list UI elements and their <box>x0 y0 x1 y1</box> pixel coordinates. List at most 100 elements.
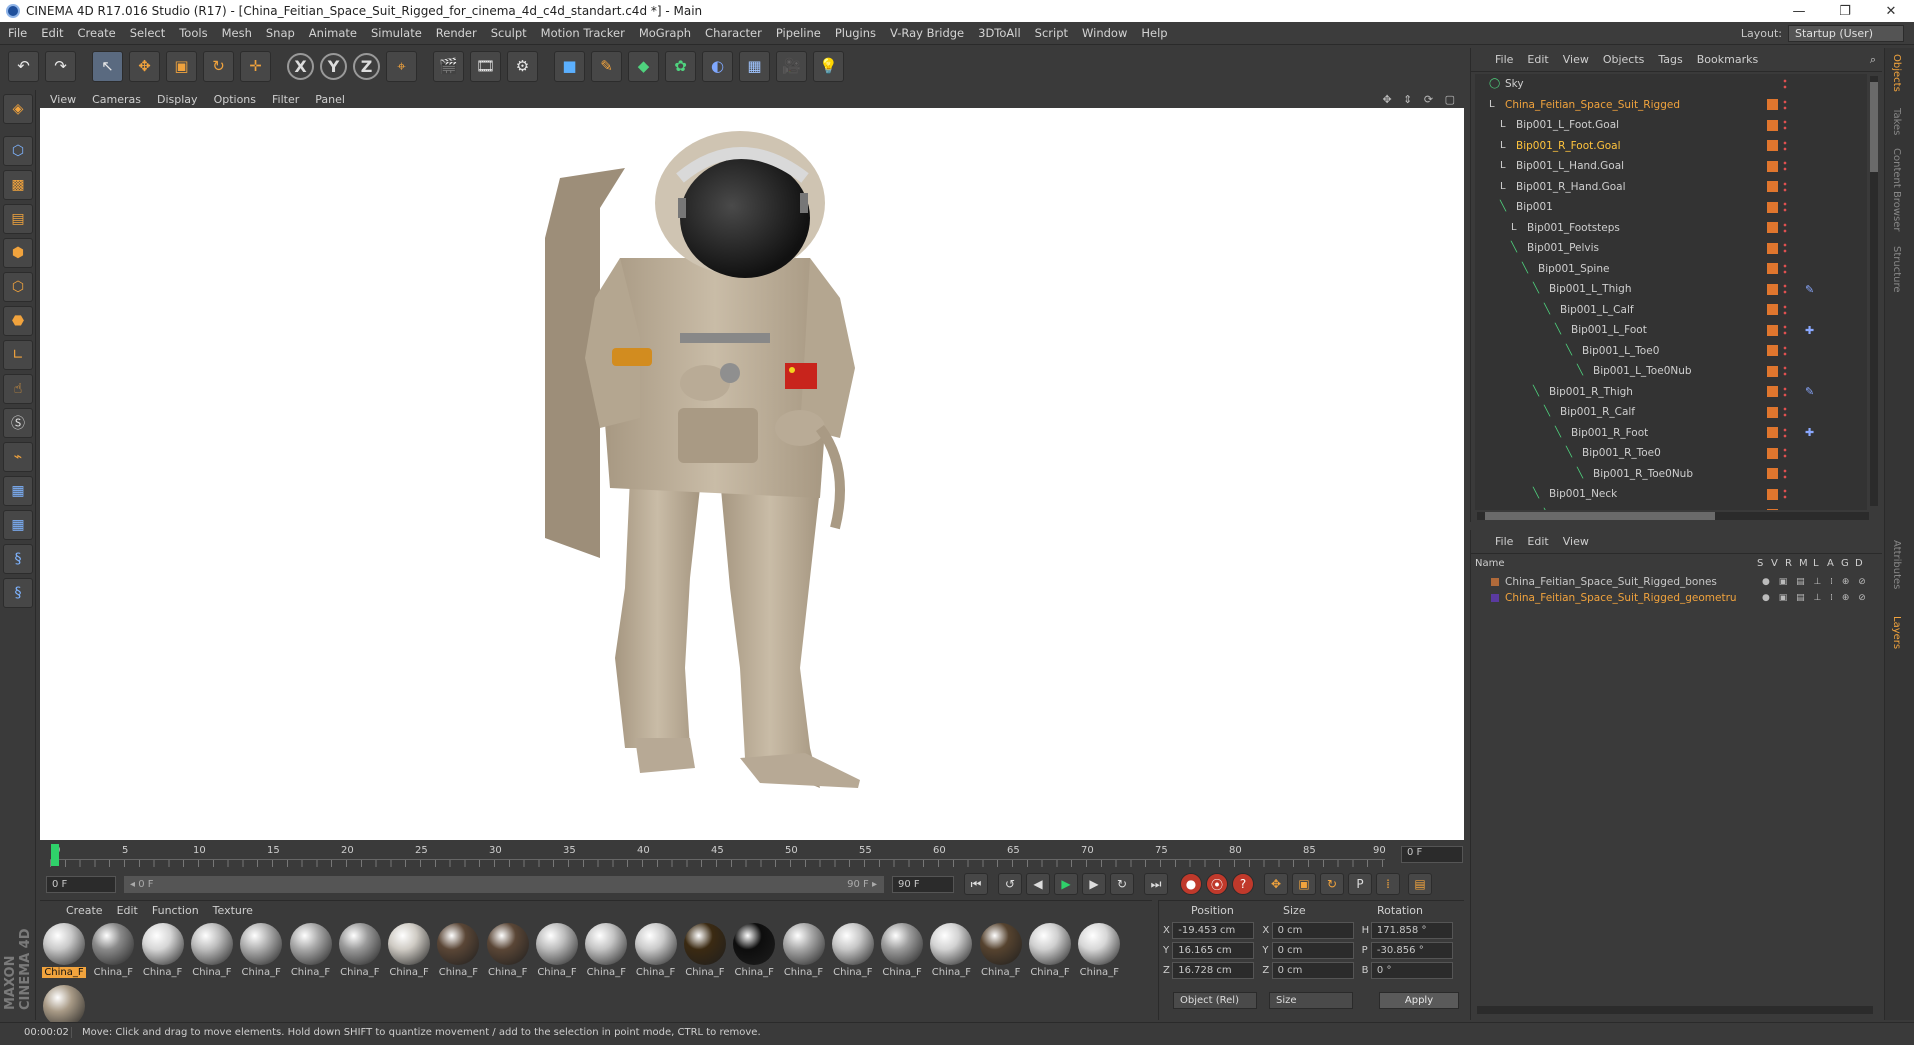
menu-vray-bridge[interactable]: V-Ray Bridge <box>890 26 964 40</box>
display-tag-icon[interactable] <box>1767 283 1778 295</box>
python-script-icon[interactable]: § <box>3 544 33 574</box>
object-row[interactable]: L Bip001_R_Foot.Goal <box>1475 136 1867 156</box>
object-row[interactable]: ╲ Bip001 <box>1475 197 1867 217</box>
visibility-dots-icon[interactable] <box>1783 98 1787 111</box>
record-rotation-button[interactable]: ↻ <box>1320 873 1344 895</box>
viewport-menu-options[interactable]: Options <box>214 93 256 106</box>
axis-mode-icon[interactable]: ∟ <box>3 340 33 370</box>
pen-spline-button[interactable]: ✎ <box>591 50 622 82</box>
rotation-h-field[interactable]: 171.858 ° <box>1370 921 1453 939</box>
display-tag-icon[interactable] <box>1767 263 1778 274</box>
material-swatch[interactable]: China_F <box>880 923 924 983</box>
object-row[interactable]: L Bip001_L_Foot.Goal <box>1475 115 1867 135</box>
material-swatch[interactable]: China_F <box>387 923 431 983</box>
object-row[interactable]: ╲ Bip001_R_Thigh ✎ <box>1475 382 1867 402</box>
object-row[interactable]: ◯ Sky <box>1475 74 1867 94</box>
size-z-field[interactable]: 0 cm <box>1271 961 1354 979</box>
coordinate-system-button[interactable]: ⌖ <box>386 50 417 82</box>
menu-motion-tracker[interactable]: Motion Tracker <box>541 26 625 40</box>
polygons-mode-icon[interactable]: ⬣ <box>3 306 33 336</box>
display-tag-icon[interactable] <box>1767 222 1778 233</box>
rotate-tool-button[interactable]: ↻ <box>203 50 234 82</box>
display-tag-icon[interactable] <box>1767 509 1778 510</box>
layer-color-swatch[interactable] <box>1491 593 1499 602</box>
menu-script[interactable]: Script <box>1035 26 1068 40</box>
make-editable-icon[interactable]: ◈ <box>3 94 33 124</box>
material-swatch[interactable]: China_F <box>436 923 480 983</box>
visibility-dots-icon[interactable] <box>1783 242 1787 254</box>
visibility-dots-icon[interactable] <box>1783 406 1787 418</box>
object-row[interactable]: ╲ Bip001_L_Foot ✚ <box>1475 320 1867 340</box>
layer-row-bones[interactable]: China_Feitian_Space_Suit_Rigged_bones ● … <box>1475 574 1875 589</box>
go-to-previous-key-button[interactable]: ↺ <box>998 873 1022 895</box>
display-tag-icon[interactable] <box>1767 365 1778 377</box>
layer-row-geometry[interactable]: China_Feitian_Space_Suit_Rigged_geometru… <box>1475 590 1875 605</box>
visibility-dots-icon[interactable] <box>1783 426 1787 439</box>
maximize-button[interactable]: ❐ <box>1822 4 1868 19</box>
object-row[interactable]: ╲ Bip001_R_Foot ✚ <box>1475 423 1867 443</box>
position-y-field[interactable]: 16.165 cm <box>1172 941 1255 959</box>
material-swatch[interactable]: China_F <box>683 923 727 983</box>
object-row[interactable]: ╲ Bip001_L_Calf <box>1475 300 1867 320</box>
material-menu-texture[interactable]: Texture <box>213 904 253 917</box>
subdivision-button[interactable]: ◆ <box>628 50 659 82</box>
objects-menu-view[interactable]: View <box>1563 53 1589 66</box>
display-tag-icon[interactable] <box>1767 406 1778 418</box>
material-menu-edit[interactable]: Edit <box>117 904 138 917</box>
rotation-p-field[interactable]: -30.856 ° <box>1370 941 1453 959</box>
layout-dropdown[interactable]: Startup (User) <box>1788 24 1904 42</box>
tab-content-browser[interactable]: Content Browser <box>1891 148 1902 231</box>
visibility-dots-icon[interactable] <box>1783 324 1787 336</box>
object-row[interactable]: ╲ Bip001_R_Calf <box>1475 402 1867 422</box>
material-swatch[interactable]: China_F <box>732 923 776 983</box>
start-frame-field[interactable]: 0 F <box>46 875 116 893</box>
objects-menu-objects[interactable]: Objects <box>1603 53 1645 66</box>
solo-mode-icon[interactable]: Ⓢ <box>3 408 33 438</box>
menu-help[interactable]: Help <box>1141 26 1167 40</box>
display-tag-icon[interactable] <box>1767 304 1778 315</box>
visibility-dots-icon[interactable] <box>1783 262 1787 275</box>
record-scale-button[interactable]: ▣ <box>1292 873 1316 895</box>
tab-objects[interactable]: Objects <box>1891 54 1902 92</box>
python-script-2-icon[interactable]: § <box>3 578 33 608</box>
object-row[interactable]: L Bip001_R_Hand.Goal <box>1475 177 1867 197</box>
autokeying-button[interactable]: ⦿ <box>1206 873 1228 895</box>
timeline-playhead[interactable] <box>51 844 59 866</box>
place-tool-button[interactable]: ✛ <box>240 50 271 82</box>
x-axis-lock-button[interactable]: X <box>287 52 314 80</box>
menu-simulate[interactable]: Simulate <box>371 26 422 40</box>
edges-mode-icon[interactable]: ⬡ <box>3 272 33 302</box>
material-swatch[interactable]: China_F <box>979 923 1023 983</box>
material-menu-function[interactable]: Function <box>152 904 199 917</box>
objects-menu-edit[interactable]: Edit <box>1527 53 1548 66</box>
ik-tag-icon[interactable]: ✚ <box>1805 426 1814 439</box>
visibility-dots-icon[interactable] <box>1783 344 1787 357</box>
display-tag-icon[interactable] <box>1767 447 1778 459</box>
render-picture-viewer-button[interactable]: 🎞 <box>470 50 501 82</box>
select-tool-button[interactable]: ↖ <box>92 50 123 82</box>
size-mode-dropdown[interactable]: Size <box>1269 992 1353 1009</box>
3d-viewport[interactable] <box>40 108 1464 840</box>
material-swatch[interactable]: China_F <box>190 923 234 983</box>
object-row[interactable]: ╲ Bip001_Spine <box>1475 259 1867 279</box>
layer-toggle-icons[interactable]: ● ▣ ▤ ⊥ ⁞ ⊕ ⊘ <box>1762 593 1869 603</box>
tab-structure[interactable]: Structure <box>1891 246 1902 293</box>
visibility-dots-icon[interactable] <box>1783 160 1787 172</box>
apply-button[interactable]: Apply <box>1379 992 1459 1009</box>
scale-tool-button[interactable]: ▣ <box>166 50 197 82</box>
undo-button[interactable]: ↶ <box>8 50 39 82</box>
locked-workplane-icon[interactable]: ▦ <box>3 476 33 506</box>
object-row[interactable]: ╲ Bip001_L_Toe0 <box>1475 341 1867 361</box>
material-menu-create[interactable]: Create <box>66 904 103 917</box>
preview-range-slider[interactable]: ◂ 0 F 90 F ▸ <box>124 875 884 893</box>
material-swatch[interactable]: China_F <box>42 923 86 983</box>
keyframe-selection-button[interactable]: ? <box>1232 873 1254 895</box>
display-tag-icon[interactable] <box>1767 345 1778 356</box>
object-row[interactable]: L China_Feitian_Space_Suit_Rigged <box>1475 95 1867 115</box>
display-tag-icon[interactable] <box>1767 99 1778 110</box>
menu-window[interactable]: Window <box>1082 26 1127 40</box>
material-swatch[interactable]: China_F <box>1077 923 1121 983</box>
menu-pipeline[interactable]: Pipeline <box>776 26 821 40</box>
display-tag-icon[interactable] <box>1767 427 1778 438</box>
light-button[interactable]: 💡 <box>813 50 844 82</box>
